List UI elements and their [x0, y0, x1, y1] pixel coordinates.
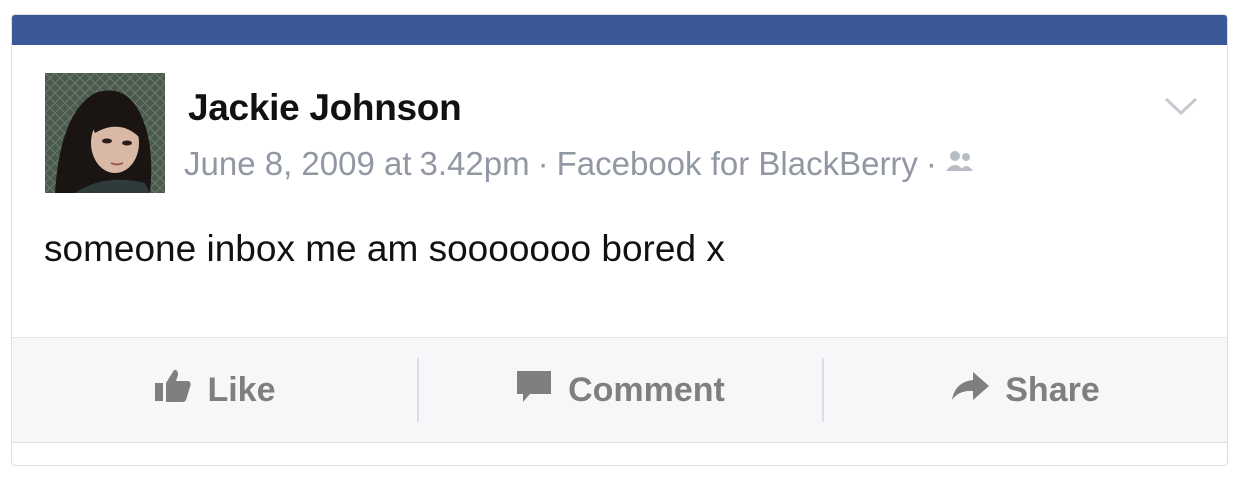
post-card: Jackie Johnson June 8, 2009 at 3.42pm · … [11, 14, 1228, 466]
like-label: Like [207, 370, 276, 409]
avatar[interactable] [45, 73, 165, 193]
post-meta: June 8, 2009 at 3.42pm · Facebook for Bl… [184, 145, 975, 183]
post-date[interactable]: June 8, 2009 at [184, 145, 412, 183]
comment-label: Comment [568, 370, 725, 409]
friends-icon[interactable] [945, 145, 975, 183]
action-bar: Like Comment Share [12, 337, 1227, 443]
top-bar [12, 15, 1227, 45]
chevron-down-icon[interactable] [1163, 95, 1199, 119]
share-label: Share [1005, 370, 1100, 409]
comment-icon [514, 366, 554, 415]
avatar-photo [45, 73, 165, 193]
share-button[interactable]: Share [822, 338, 1227, 442]
post-text: someone inbox me am sooooooo bored x [44, 228, 725, 269]
author-name[interactable]: Jackie Johnson [188, 87, 462, 129]
post-time[interactable]: 3.42pm [420, 145, 530, 183]
comment-button[interactable]: Comment [417, 338, 822, 442]
meta-separator: · [537, 145, 549, 182]
like-button[interactable]: Like [12, 338, 417, 442]
share-arrow-icon [949, 366, 991, 415]
thumbs-up-icon [153, 366, 193, 415]
meta-separator-2: · [925, 145, 937, 182]
post-source[interactable]: Facebook for BlackBerry [557, 145, 918, 183]
